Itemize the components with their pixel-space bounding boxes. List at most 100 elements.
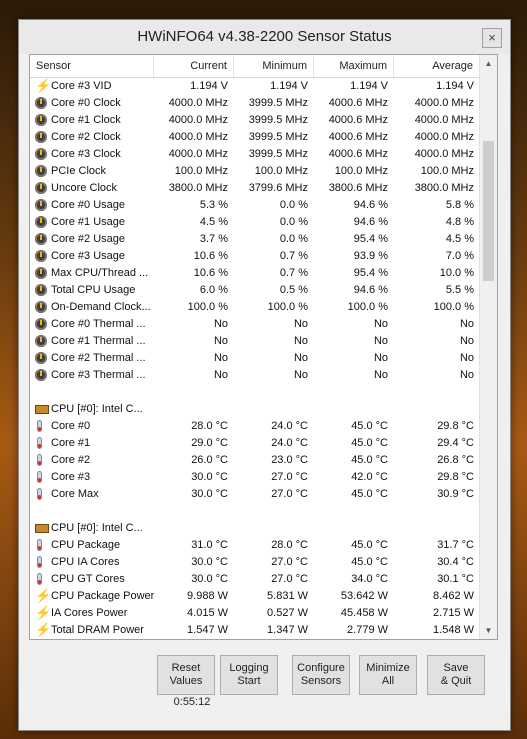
scrollbar-thumb[interactable] <box>483 141 494 281</box>
sensor-row[interactable]: Core #2 26.0 °C 23.0 °C 45.0 °C 26.8 °C <box>30 452 480 469</box>
minimum-value: 1.347 W <box>267 624 308 636</box>
sensor-name: Max CPU/Thread ... <box>51 267 149 279</box>
current-value: 4.015 W <box>187 607 228 619</box>
column-header-sensor[interactable]: Sensor <box>30 55 154 77</box>
sensor-row[interactable]: Total CPU Usage 6.0 % 0.5 % 94.6 % 5.5 % <box>30 282 480 299</box>
current-value: No <box>213 335 228 347</box>
current-value: 4000.0 MHz <box>168 131 228 143</box>
sensor-row[interactable]: Core #3 30.0 °C 27.0 °C 42.0 °C 29.8 °C <box>30 469 480 486</box>
sensor-name: CPU [#0]: Intel C... <box>51 522 143 534</box>
sensor-row[interactable]: Core #3 Clock 4000.0 MHz 3999.5 MHz 4000.6 … <box>30 146 480 163</box>
row-spacer <box>30 384 480 401</box>
column-header-current[interactable]: Current <box>154 55 234 77</box>
save-and-quit-button[interactable]: Save & Quit <box>427 655 485 695</box>
minimize-all-button[interactable]: Minimize All <box>359 655 417 695</box>
table-header: Sensor Current Minimum Maximum Average <box>30 55 480 78</box>
close-button[interactable]: × <box>482 28 502 48</box>
sensor-row[interactable]: Uncore Clock 3800.0 MHz 3799.6 MHz 3800.6 M… <box>30 180 480 197</box>
sensor-row[interactable]: Core #1 Usage 4.5 % 0.0 % 94.6 % 4.8 % <box>30 214 480 231</box>
maximum-value: 45.0 °C <box>351 556 388 568</box>
sensor-row[interactable]: ⚡ Total DRAM Power 1.547 W 1.347 W 2.779 W 1.… <box>30 622 480 639</box>
minimum-value: 0.0 % <box>279 199 308 211</box>
current-value: 100.0 % <box>187 301 228 313</box>
sensor-row[interactable]: Core #1 29.0 °C 24.0 °C 45.0 °C 29.4 °C <box>30 435 480 452</box>
minimum-value: 100.0 MHz <box>254 165 308 177</box>
row-spacer <box>30 503 480 520</box>
sensor-name: Core #0 Thermal ... <box>51 318 146 330</box>
maximum-value: 45.0 °C <box>351 437 388 449</box>
sensor-row[interactable]: Core Max 30.0 °C 27.0 °C 45.0 °C 30.9 °C <box>30 486 480 503</box>
sensor-name: PCIe Clock <box>51 165 107 177</box>
sensor-name: Core #0 Usage <box>51 199 125 211</box>
current-value: 100.0 MHz <box>174 165 228 177</box>
scroll-down-arrow-icon[interactable]: ▼ <box>480 622 497 639</box>
sensor-row[interactable]: ⚡ IA Cores Power 4.015 W 0.527 W 45.458 W 2.7… <box>30 605 480 622</box>
sensor-name: CPU IA Cores <box>51 556 120 568</box>
sensor-row[interactable]: ⚡ Core #3 VID 1.194 V 1.194 V 1.194 V 1.194 V <box>30 78 480 95</box>
sensor-row[interactable]: Core #3 Usage 10.6 % 0.7 % 93.9 % 7.0 % <box>30 248 480 265</box>
sensor-group-row[interactable]: CPU [#0]: Intel C... <box>30 520 480 537</box>
sensor-group-row[interactable]: CPU [#0]: Intel C... <box>30 401 480 418</box>
current-value: 4000.0 MHz <box>168 97 228 109</box>
current-value: 4.5 % <box>199 216 228 228</box>
sensor-name: Core #1 Thermal ... <box>51 335 146 347</box>
average-value: 4000.0 MHz <box>414 131 474 143</box>
sensor-name: CPU Package <box>51 539 121 551</box>
average-value: 4000.0 MHz <box>414 114 474 126</box>
current-value: 3.7 % <box>199 233 228 245</box>
minimum-value: 24.0 °C <box>271 437 308 449</box>
average-value: 10.0 % <box>439 267 474 279</box>
sensor-row[interactable]: On-Demand Clock... 100.0 % 100.0 % 100.0 % 1… <box>30 299 480 316</box>
configure-sensors-button[interactable]: Configure Sensors <box>292 655 350 695</box>
sensor-row[interactable]: Core #3 Thermal ... No No No No <box>30 367 480 384</box>
minimum-value: 27.0 °C <box>271 488 308 500</box>
current-value: 5.3 % <box>199 199 228 211</box>
sensor-row[interactable]: Core #0 Thermal ... No No No No <box>30 316 480 333</box>
vertical-scrollbar[interactable]: ▲ ▼ <box>479 55 497 639</box>
sensor-row[interactable]: CPU Package 31.0 °C 28.0 °C 45.0 °C 31.7 °C <box>30 537 480 554</box>
sensor-row[interactable]: PCIe Clock 100.0 MHz 100.0 MHz 100.0 MHz 100… <box>30 163 480 180</box>
minimum-value: No <box>293 352 308 364</box>
sensor-row[interactable]: Core #1 Thermal ... No No No No <box>30 333 480 350</box>
scroll-up-arrow-icon[interactable]: ▲ <box>480 55 497 72</box>
average-value <box>394 520 480 537</box>
average-value: No <box>459 318 474 330</box>
sensor-row[interactable]: Max CPU/Thread ... 10.6 % 0.7 % 95.4 % 10.0 … <box>30 265 480 282</box>
current-value: 6.0 % <box>199 284 228 296</box>
sensor-rows: ⚡ Core #3 VID 1.194 V 1.194 V 1.194 V 1.194 V… <box>30 78 480 639</box>
average-value: 5.8 % <box>445 199 474 211</box>
sensor-row[interactable]: Core #2 Clock 4000.0 MHz 3999.5 MHz 4000.6 … <box>30 129 480 146</box>
sensor-name: On-Demand Clock... <box>51 301 151 313</box>
sensor-row[interactable]: Core #0 Clock 4000.0 MHz 3999.5 MHz 4000.6 … <box>30 95 480 112</box>
minimum-value: 27.0 °C <box>271 573 308 585</box>
sensor-name: Core #3 <box>51 471 91 483</box>
maximum-value: No <box>373 335 388 347</box>
sensor-row[interactable]: CPU GT Cores 30.0 °C 27.0 °C 34.0 °C 30.1 °C <box>30 571 480 588</box>
maximum-value: 45.0 °C <box>351 488 388 500</box>
current-value: 10.6 % <box>193 250 228 262</box>
column-header-minimum[interactable]: Minimum <box>234 55 314 77</box>
current-value: 1.547 W <box>187 624 228 636</box>
average-value: No <box>459 352 474 364</box>
column-header-maximum[interactable]: Maximum <box>314 55 394 77</box>
sensor-row[interactable]: CPU IA Cores 30.0 °C 27.0 °C 45.0 °C 30.4 °C <box>30 554 480 571</box>
sensor-row[interactable]: Core #1 Clock 4000.0 MHz 3999.5 MHz 4000.6 … <box>30 112 480 129</box>
sensor-table[interactable]: Sensor Current Minimum Maximum Average ⚡… <box>29 54 498 640</box>
column-header-average[interactable]: Average <box>394 55 480 77</box>
minimum-value: 24.0 °C <box>271 420 308 432</box>
minimum-value: No <box>293 335 308 347</box>
current-value: 30.0 °C <box>191 488 228 500</box>
title-bar[interactable]: HWiNFO64 v4.38-2200 Sensor Status × <box>19 20 510 54</box>
sensor-name: IA Cores Power <box>51 607 128 619</box>
sensor-row[interactable]: ⚡ CPU Package Power 9.988 W 5.831 W 53.642 W… <box>30 588 480 605</box>
sensor-row[interactable]: Core #2 Thermal ... No No No No <box>30 350 480 367</box>
average-value: 26.8 °C <box>437 454 474 466</box>
minimum-value: 0.0 % <box>279 233 308 245</box>
current-value: 31.0 °C <box>191 539 228 551</box>
logging-start-button[interactable]: Logging Start <box>220 655 278 695</box>
reset-values-button[interactable]: Reset Values <box>157 655 215 695</box>
sensor-row[interactable]: Core #2 Usage 3.7 % 0.0 % 95.4 % 4.5 % <box>30 231 480 248</box>
average-value: 29.8 °C <box>437 420 474 432</box>
sensor-row[interactable]: Core #0 Usage 5.3 % 0.0 % 94.6 % 5.8 % <box>30 197 480 214</box>
sensor-row[interactable]: Core #0 28.0 °C 24.0 °C 45.0 °C 29.8 °C <box>30 418 480 435</box>
